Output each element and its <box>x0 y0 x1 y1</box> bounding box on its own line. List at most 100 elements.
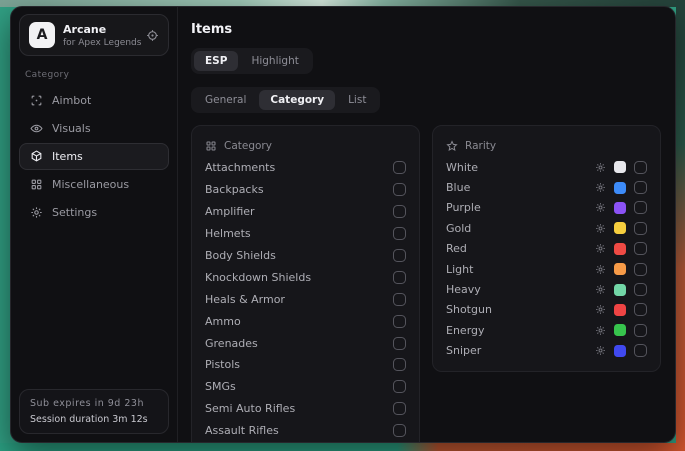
category-row: Grenades <box>205 332 406 354</box>
color-swatch[interactable] <box>614 243 626 255</box>
color-swatch[interactable] <box>614 161 626 173</box>
category-row: Pistols <box>205 354 406 376</box>
panels-row: Category Attachments Backpacks <box>191 125 661 442</box>
sidebar-item-label: Visuals <box>52 122 91 135</box>
sidebar-item[interactable]: Aimbot <box>19 87 169 114</box>
desktop-background-bottom <box>0 443 685 451</box>
category-row-label: Heals & Armor <box>205 293 285 306</box>
category-row: Heals & Armor <box>205 288 406 310</box>
color-swatch[interactable] <box>614 182 626 194</box>
checkbox[interactable] <box>393 183 406 196</box>
checkbox[interactable] <box>634 344 647 357</box>
checkbox[interactable] <box>634 263 647 276</box>
sidebar-item-label: Items <box>52 150 83 163</box>
category-row-label: Pistols <box>205 358 240 371</box>
gear-icon[interactable] <box>595 325 606 336</box>
color-swatch[interactable] <box>614 304 626 316</box>
category-row: Assault Rifles <box>205 420 406 442</box>
sidebar-item[interactable]: Settings <box>19 199 169 226</box>
sidebar-item[interactable]: Miscellaneous <box>19 171 169 198</box>
gear-icon[interactable] <box>595 202 606 213</box>
category-row-label: Semi Auto Rifles <box>205 402 295 415</box>
category-row: SMGs <box>205 376 406 398</box>
color-swatch[interactable] <box>614 202 626 214</box>
category-row-label: Grenades <box>205 337 258 350</box>
sidebar-item[interactable]: Items <box>19 143 169 170</box>
category-row: Helmets <box>205 223 406 245</box>
checkbox[interactable] <box>393 315 406 328</box>
category-row-label: Amplifier <box>205 205 255 218</box>
rarity-row-controls <box>595 263 647 276</box>
rarity-row: Purple <box>446 198 647 218</box>
rarity-row-label: Red <box>446 242 595 255</box>
app-header-card: A Arcane for Apex Legends <box>19 14 169 56</box>
checkbox[interactable] <box>393 337 406 350</box>
checkbox[interactable] <box>393 161 406 174</box>
rarity-row-controls <box>595 242 647 255</box>
gear-icon[interactable] <box>595 243 606 254</box>
tab[interactable]: General <box>194 90 257 110</box>
checkbox[interactable] <box>634 303 647 316</box>
checkbox[interactable] <box>634 161 647 174</box>
color-swatch[interactable] <box>614 345 626 357</box>
category-row-label: Assault Rifles <box>205 424 279 437</box>
checkbox[interactable] <box>393 227 406 240</box>
category-list: Attachments Backpacks Amplifier <box>205 157 406 443</box>
checkbox[interactable] <box>393 402 406 415</box>
tab[interactable]: List <box>337 90 377 110</box>
checkbox[interactable] <box>393 424 406 437</box>
checkbox[interactable] <box>634 222 647 235</box>
color-swatch[interactable] <box>614 324 626 336</box>
color-swatch[interactable] <box>614 222 626 234</box>
rarity-row-label: Light <box>446 263 595 276</box>
mode-toggle-button[interactable]: Highlight <box>240 51 309 71</box>
checkbox[interactable] <box>393 293 406 306</box>
rarity-panel-title: Rarity <box>465 140 496 152</box>
rarity-row-controls <box>595 181 647 194</box>
checkbox[interactable] <box>634 242 647 255</box>
page-title: Items <box>191 22 661 37</box>
rarity-row: Sniper <box>446 341 647 361</box>
rarity-row: Shotgun <box>446 300 647 320</box>
eye-icon <box>30 122 43 135</box>
checkbox[interactable] <box>634 181 647 194</box>
category-row: Backpacks <box>205 179 406 201</box>
gear-icon <box>30 206 43 219</box>
checkbox[interactable] <box>393 205 406 218</box>
category-row-label: Attachments <box>205 161 275 174</box>
category-panel-title: Category <box>224 140 272 152</box>
gear-icon[interactable] <box>595 223 606 234</box>
checkbox[interactable] <box>393 358 406 371</box>
rarity-panel: Rarity White <box>432 125 661 372</box>
rarity-row-controls <box>595 324 647 337</box>
checkbox[interactable] <box>634 324 647 337</box>
category-row-label: Ammo <box>205 315 241 328</box>
sub-expiry-text: Sub expires in 9d 23h <box>30 398 158 409</box>
gear-icon[interactable] <box>595 162 606 173</box>
target-icon[interactable] <box>146 29 159 42</box>
main-content: Items ESP Highlight General Category Lis… <box>178 7 675 442</box>
mode-toggle-button[interactable]: ESP <box>194 51 238 71</box>
gear-icon[interactable] <box>595 182 606 193</box>
gear-icon[interactable] <box>595 284 606 295</box>
checkbox[interactable] <box>393 249 406 262</box>
checkbox[interactable] <box>393 380 406 393</box>
sidebar-item[interactable]: Visuals <box>19 115 169 142</box>
gear-icon[interactable] <box>595 264 606 275</box>
box-icon <box>30 150 43 163</box>
sidebar-item-label: Aimbot <box>52 94 91 107</box>
rarity-row-controls <box>595 344 647 357</box>
desktop-background-right <box>676 0 685 451</box>
color-swatch[interactable] <box>614 284 626 296</box>
color-swatch[interactable] <box>614 263 626 275</box>
checkbox[interactable] <box>634 201 647 214</box>
gear-icon[interactable] <box>595 345 606 356</box>
rarity-row-label: Shotgun <box>446 303 595 316</box>
checkbox[interactable] <box>393 271 406 284</box>
category-panel-header: Category <box>205 135 406 157</box>
rarity-row-controls <box>595 201 647 214</box>
checkbox[interactable] <box>634 283 647 296</box>
tab[interactable]: Category <box>259 90 335 110</box>
rarity-row: White <box>446 157 647 177</box>
gear-icon[interactable] <box>595 304 606 315</box>
